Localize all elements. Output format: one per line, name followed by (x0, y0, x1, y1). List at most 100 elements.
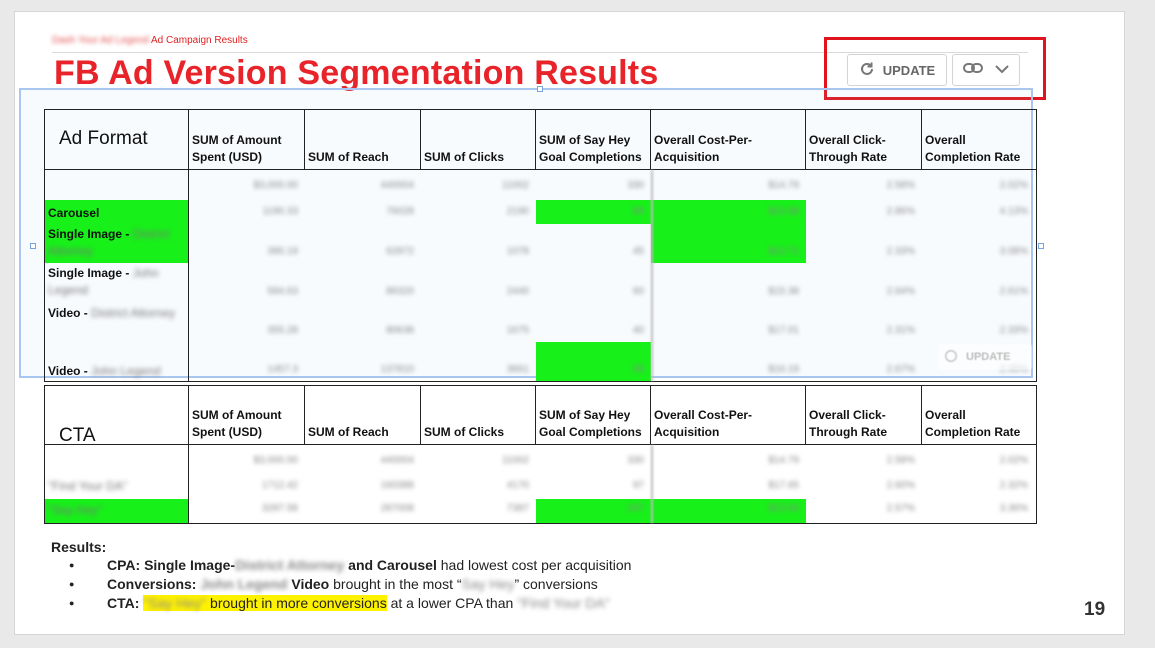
table-cell-value: 40 (632, 325, 644, 336)
table-cell-value: $14.79 (768, 180, 799, 191)
table-cell-value: 2.60% (886, 480, 915, 491)
col-header: Overall Click-Through Rate (805, 109, 922, 170)
table-cell-value: 584.63 (267, 286, 298, 297)
table-cell-value: 2440 (506, 286, 529, 297)
col-header: SUM of Say Hey Goal Completions (535, 385, 651, 445)
table-header-ad-format: Ad Format (44, 109, 189, 170)
table-cell-value: $14.79 (768, 455, 799, 466)
results-heading: Results: (51, 539, 107, 555)
table-cell-value: 97 (632, 480, 644, 491)
resize-handle-left[interactable] (30, 243, 36, 249)
table-body: $3,000.00 440004 11002 330 $14.79 2.58% 2.02% C… (44, 169, 1037, 382)
table-cell-value: 2.57% (886, 503, 915, 514)
breadcrumb-blurred: Dash Your Ad Legend (52, 35, 149, 46)
page-number: 19 (1084, 599, 1106, 620)
table-cell-value: $3,000.00 (253, 180, 299, 191)
col-header: SUM of Say Hey Goal Completions (535, 109, 651, 170)
resize-handle-right[interactable] (1038, 243, 1044, 249)
table-cell-value: 2.61% (999, 286, 1028, 297)
table-cell-value: 3661 (506, 364, 529, 375)
table-cell-value: 355.28 (267, 325, 298, 336)
table-cell-value: 3.36% (999, 503, 1028, 514)
table-cell-value: 76028 (386, 206, 414, 217)
list-item: Conversions: John Legend Video brought i… (51, 575, 631, 594)
table-cell-value: 11002 (501, 455, 529, 466)
col-header: Overall Click-Through Rate (805, 385, 922, 445)
table-cell-value: 3287.58 (261, 503, 298, 514)
table-cell-value: 45 (632, 246, 644, 257)
col-header: SUM of Reach (304, 109, 421, 170)
ghost-update-button: UPDATE (938, 344, 1032, 370)
table-cell-value: 1712.42 (261, 480, 298, 491)
table-cell-value: $13.93 (768, 503, 799, 514)
table-cell-value: 2.58% (886, 180, 915, 191)
row-label-blurred: "Say Hey" (48, 503, 102, 517)
row-label: "Find Your DA" (45, 478, 189, 495)
table-cell-value: 4.13% (999, 206, 1028, 217)
row-label: Single Image - District Attorney (45, 226, 189, 260)
table-cell-value: 86320 (386, 286, 414, 297)
table-cell-value: $17.01 (768, 325, 799, 336)
row-label-blurred: John Legend (91, 364, 161, 378)
table-body: $3,000.00 440004 11002 330 $14.79 2.58% 2.02% "… (44, 444, 1037, 524)
table-cell-value: 440004 (380, 180, 414, 191)
resize-handle-top[interactable] (537, 86, 543, 92)
row-label: Video - District Attorney (45, 305, 189, 322)
column-divider (651, 445, 653, 523)
table-cell-value: 11002 (501, 180, 529, 191)
table-cell-value: 2.02% (999, 180, 1028, 191)
table-cell-value: 2.67% (886, 364, 915, 375)
table-cell-value: 2.31% (886, 325, 915, 336)
table-cell-value: $15.38 (768, 286, 799, 297)
table-cell-value: 137810 (380, 364, 414, 375)
table-cell-value: 440004 (380, 455, 414, 466)
table-cell-value: 2.02% (999, 455, 1028, 466)
table-cell-value: 60 (632, 286, 644, 297)
row-label: Carousel (45, 205, 189, 222)
table-cell-value: 1457.3 (267, 364, 298, 375)
col-header: SUM of Reach (304, 385, 421, 445)
col-header: SUM of Clicks (420, 385, 536, 445)
table-cell-value: 2.86% (886, 206, 915, 217)
table-cell-value: 1675 (506, 325, 529, 336)
row-label-text: Video - (48, 306, 92, 320)
table-cell-value: 160388 (380, 480, 414, 491)
row-label: Single Image - John Legend (45, 265, 189, 299)
row-label-blurred: District Attorney (91, 306, 176, 320)
table-cell-value: 2.33% (999, 325, 1028, 336)
col-header: SUM of Amount Spent (USD) (188, 385, 305, 445)
table-cell-value: 62872 (386, 246, 414, 257)
table-cell-value: 96 (632, 364, 644, 375)
col-header: Overall Completion Rate (921, 109, 1037, 170)
list-item: CPA: Single Image-District Attorney and … (51, 556, 631, 575)
table-cell-value: 1190.33 (262, 206, 298, 217)
table-cell-value: $17.65 (768, 480, 799, 491)
table-cell-value: 89 (632, 206, 644, 217)
table-cell-value: 7387 (506, 503, 529, 514)
table-cell-value: $12.71 (768, 246, 799, 257)
ad-format-table: Ad Format SUM of Amount Spent (USD) SUM … (44, 109, 1037, 382)
col-header: Overall Completion Rate (921, 385, 1037, 445)
table-cell-value: 390.19 (267, 246, 298, 257)
table-cell-value: $16.19 (768, 364, 799, 375)
col-header: SUM of Amount Spent (USD) (188, 109, 305, 170)
list-item: CTA: "Say Hey" brought in more conversio… (51, 594, 631, 613)
table-cell-value: 80638 (386, 325, 414, 336)
table-cell-value: 2.58% (886, 455, 915, 466)
row-label: Video - John Legend (45, 363, 189, 380)
table-cell-value: 2190 (506, 206, 529, 217)
table-cell-value: 2.64% (886, 286, 915, 297)
row-label-text: Carousel (48, 206, 100, 220)
table-cell-value: 2.32% (999, 480, 1028, 491)
row-label-text: Single Image - (48, 227, 133, 241)
highlight-cell (536, 342, 651, 381)
col-header: Overall Cost-Per-Acquisition (650, 385, 806, 445)
col-header: SUM of Clicks (420, 109, 536, 170)
table-cell-value: 247 (627, 503, 644, 514)
table-cell-value: 330 (627, 455, 644, 466)
results-summary: Results: CPA: Single Image-District Atto… (51, 539, 631, 613)
table-cell-value: 4170 (506, 480, 529, 491)
table-cell-value: 3.08% (999, 246, 1028, 257)
table-cell-value: $13.38 (768, 206, 799, 217)
table-header-cta: CTA (44, 385, 189, 445)
